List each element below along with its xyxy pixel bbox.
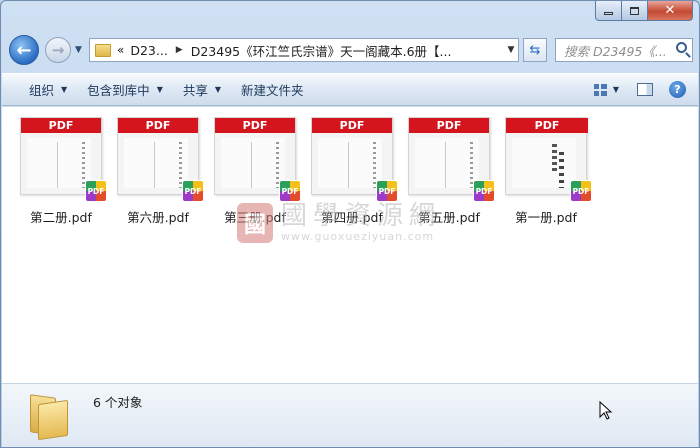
- page-preview: [124, 138, 188, 188]
- page-preview: [27, 138, 91, 188]
- pdf-app-icon: PDF: [182, 180, 204, 202]
- mouse-cursor-icon: [599, 401, 613, 420]
- details-pane: 6 个对象: [2, 383, 698, 447]
- page-preview: [512, 138, 576, 188]
- pdf-app-icon: PDF: [85, 180, 107, 202]
- minimize-icon: [604, 12, 613, 15]
- watermark-seal-icon: 國: [237, 202, 273, 243]
- file-item[interactable]: PDF PDF 第一册.pdf: [500, 117, 592, 226]
- breadcrumb-separator-icon[interactable]: ▶: [176, 45, 183, 55]
- organize-label: 组织: [29, 83, 55, 98]
- recent-pages-dropdown[interactable]: ▼: [75, 45, 82, 55]
- pdf-thumbnail: PDF PDF: [20, 117, 107, 202]
- close-icon: ✕: [664, 3, 676, 18]
- address-dropdown-icon[interactable]: ▼: [504, 45, 518, 55]
- explorer-window: ✕ ← → ▼ « D23... ▶ D23495《环江竺氏宗谱》天一阁藏本.6…: [0, 0, 700, 448]
- share-menu[interactable]: 共享 ▼: [173, 78, 231, 102]
- chevron-down-icon: ▼: [61, 85, 68, 94]
- pdf-band: PDF: [409, 118, 489, 133]
- include-in-library-label: 包含到库中: [87, 83, 150, 98]
- back-arrow-icon: ←: [16, 39, 32, 61]
- command-bar: 组织 ▼ 包含到库中 ▼ 共享 ▼ 新建文件夹 ▼ ?: [2, 73, 698, 106]
- pdf-app-icon: PDF: [279, 180, 301, 202]
- address-bar[interactable]: « D23... ▶ D23495《环江竺氏宗谱》天一阁藏本.6册【... ▼: [89, 38, 519, 62]
- view-controls: ▼ ?: [593, 78, 686, 102]
- pdf-band: PDF: [215, 118, 295, 133]
- folder-icon: [28, 394, 72, 441]
- breadcrumb-overflow[interactable]: «: [117, 43, 124, 57]
- watermark: 國 國學資源網 www.guoxueziyuan.com: [237, 202, 441, 243]
- forward-arrow-icon: →: [51, 41, 65, 59]
- help-icon[interactable]: ?: [669, 81, 686, 98]
- minimize-button[interactable]: [595, 1, 622, 21]
- forward-button[interactable]: →: [45, 37, 71, 63]
- breadcrumb-parent[interactable]: D23...: [130, 43, 167, 58]
- maximize-icon: [630, 6, 639, 15]
- organize-menu[interactable]: 组织 ▼: [19, 78, 77, 102]
- pdf-app-icon: PDF: [473, 180, 495, 202]
- pdf-band: PDF: [118, 118, 198, 133]
- new-folder-button[interactable]: 新建文件夹: [231, 78, 314, 102]
- back-button[interactable]: ←: [9, 35, 39, 65]
- chevron-down-icon: ▼: [214, 85, 222, 94]
- breadcrumb-current[interactable]: D23495《环江竺氏宗谱》天一阁藏本.6册【...: [191, 41, 452, 60]
- search-placeholder: 搜索 D23495《...: [564, 43, 667, 59]
- caption-buttons: ✕: [595, 1, 693, 21]
- maximize-button[interactable]: [622, 1, 648, 21]
- pdf-thumbnail: PDF PDF: [408, 117, 495, 202]
- file-name: 第六册.pdf: [127, 210, 189, 225]
- view-options-icon[interactable]: [593, 83, 607, 96]
- pdf-thumbnail: PDF PDF: [311, 117, 398, 202]
- close-button[interactable]: ✕: [648, 1, 693, 21]
- watermark-url: www.guoxueziyuan.com: [281, 230, 435, 243]
- item-count: 6 个对象: [93, 395, 143, 410]
- view-dropdown-icon[interactable]: ▼: [613, 78, 619, 102]
- pdf-band: PDF: [506, 118, 588, 133]
- preview-pane-icon[interactable]: [637, 83, 653, 96]
- file-list: PDF PDF 第二册.pdf PDF PDF 第六册.pdf PDF PDF …: [2, 107, 698, 383]
- pdf-app-icon: PDF: [570, 180, 592, 202]
- pdf-band: PDF: [312, 118, 392, 133]
- pdf-thumbnail: PDF PDF: [214, 117, 301, 202]
- folder-icon: [95, 43, 111, 57]
- page-preview: [221, 138, 285, 188]
- refresh-icon: ⇆: [529, 42, 541, 58]
- page-preview: [318, 138, 382, 188]
- watermark-title: 國學資源網: [281, 201, 442, 231]
- pdf-app-icon: PDF: [376, 180, 398, 202]
- refresh-button[interactable]: ⇆: [523, 38, 547, 62]
- include-in-library-menu[interactable]: 包含到库中 ▼: [77, 78, 173, 102]
- chevron-down-icon: ▼: [156, 85, 163, 94]
- file-item[interactable]: PDF PDF 第六册.pdf: [112, 117, 204, 226]
- share-label: 共享: [182, 83, 208, 98]
- navigation-row: ← → ▼ « D23... ▶ D23495《环江竺氏宗谱》天一阁藏本.6册【…: [9, 35, 693, 65]
- new-folder-label: 新建文件夹: [241, 83, 304, 98]
- pdf-band: PDF: [21, 118, 101, 133]
- pdf-thumbnail: PDF PDF: [505, 117, 592, 202]
- pdf-thumbnail: PDF PDF: [117, 117, 204, 202]
- file-name: 第一册.pdf: [515, 210, 577, 225]
- search-input[interactable]: 搜索 D23495《...: [555, 38, 693, 62]
- file-name: 第二册.pdf: [30, 210, 92, 225]
- file-item[interactable]: PDF PDF 第二册.pdf: [15, 117, 107, 226]
- search-icon[interactable]: [676, 42, 687, 53]
- page-preview: [415, 138, 479, 188]
